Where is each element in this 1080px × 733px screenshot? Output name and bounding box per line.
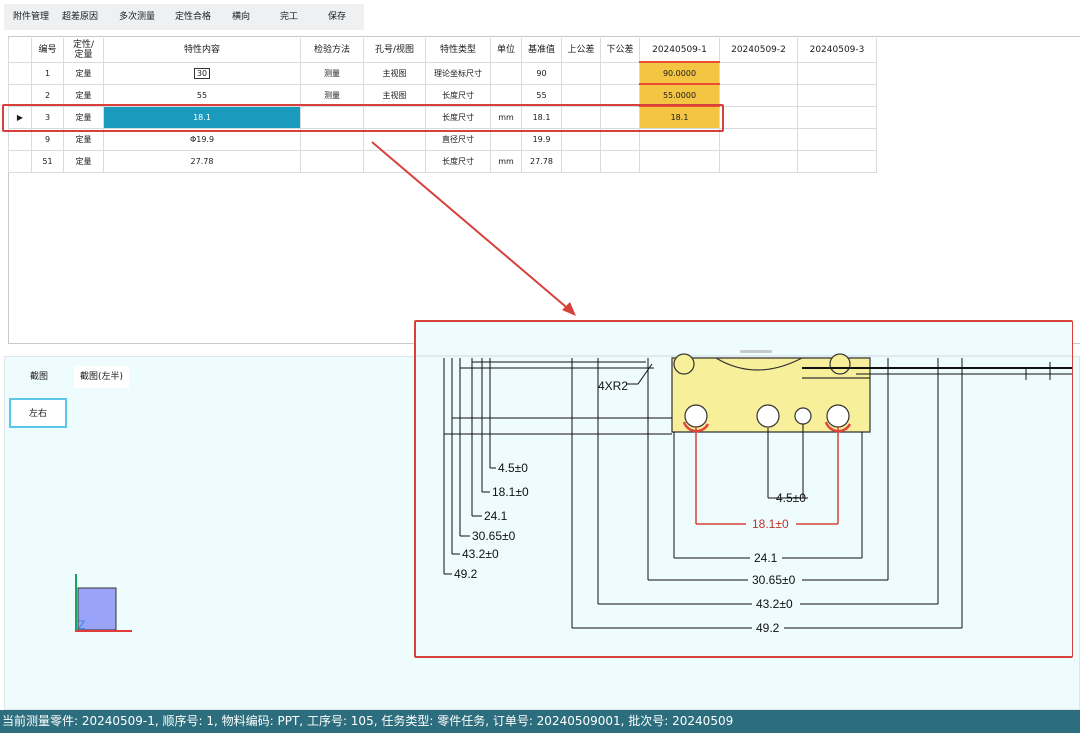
hole-icon: [826, 404, 850, 428]
cell-unit[interactable]: [490, 83, 522, 107]
cell-base[interactable]: 27.78: [521, 149, 562, 173]
header-hole-view[interactable]: 孔号/视图: [363, 38, 426, 63]
screenshot-button[interactable]: 截图: [24, 366, 54, 388]
cell-upper[interactable]: [561, 149, 601, 173]
cell-view[interactable]: [363, 149, 426, 173]
cell-upper[interactable]: [561, 83, 601, 107]
screenshot-left-half-button[interactable]: 截图(左半): [74, 366, 130, 388]
cell-measurement-3[interactable]: [797, 105, 877, 129]
out-of-tolerance-reason-button[interactable]: 超差原因: [58, 6, 102, 28]
table-row[interactable]: 51 定量 27.78 长度尺寸 mm 27.78: [8, 149, 877, 173]
cell-method[interactable]: 测量: [300, 61, 364, 85]
left-dimension-label: 18.1±0: [492, 485, 529, 499]
radius-note: 4XR2: [598, 379, 628, 393]
cell-measurement-1[interactable]: [639, 149, 720, 173]
header-characteristic-type[interactable]: 特性类型: [425, 38, 491, 63]
cell-upper[interactable]: [561, 61, 601, 85]
basic-dimension-box: 30: [193, 67, 211, 79]
header-unit[interactable]: 单位: [490, 38, 522, 63]
status-bar: 当前测量零件: 20240509-1, 顺序号: 1, 物料编码: PPT, 工…: [0, 710, 1080, 733]
header-inspection-method[interactable]: 检验方法: [300, 38, 364, 63]
axis-gizmo: Z: [75, 574, 132, 632]
attachment-management-button[interactable]: 附件管理: [8, 6, 54, 28]
left-dimension-label: 4.5±0: [498, 461, 528, 475]
cell-lower[interactable]: [600, 83, 640, 107]
cell-measurement-1[interactable]: 90.0000: [639, 61, 720, 85]
header-lower-tolerance[interactable]: 下公差: [600, 38, 640, 63]
cell-char-type[interactable]: 理论坐标尺寸: [425, 61, 491, 85]
cell-measurement-2[interactable]: [719, 127, 798, 151]
cell-measurement-1[interactable]: 55.0000: [639, 83, 720, 107]
cell-unit[interactable]: [490, 61, 522, 85]
cell-measurement-2[interactable]: [719, 105, 798, 129]
left-dimension-label: 49.2: [454, 567, 478, 581]
bottom-dimension-label: 4.5±0: [776, 491, 806, 505]
grid-header-row: 编号 定性/ 定量 特性内容 检验方法 孔号/视图 特性类型 单位 基准值 上公…: [8, 38, 877, 63]
technical-drawing[interactable]: 4XR2 4.5±0 18.1±0 24.1 30.65±0 43.2±0 49…: [416, 322, 1072, 656]
header-indicator: [8, 38, 32, 63]
header-measurement-1[interactable]: 20240509-1: [639, 38, 720, 63]
left-right-toggle[interactable]: 左右: [9, 398, 67, 428]
cell-base[interactable]: 55: [521, 83, 562, 107]
cell-method[interactable]: [300, 149, 364, 173]
table-row[interactable]: 2 定量 55 测量 主视图 长度尺寸 55 55.0000: [8, 83, 877, 107]
hole-icon: [756, 404, 780, 428]
header-measurement-3[interactable]: 20240509-3: [797, 38, 877, 63]
cell-measurement-3[interactable]: [797, 83, 877, 107]
selected-dimension-label[interactable]: 18.1±0: [752, 517, 789, 531]
header-number[interactable]: 编号: [31, 38, 64, 63]
left-dimension-label: 43.2±0: [462, 547, 499, 561]
cell-measurement-2[interactable]: [719, 83, 798, 107]
header-characteristic-content[interactable]: 特性内容: [103, 38, 301, 63]
bottom-dimension-label: 24.1: [754, 551, 778, 565]
cell-content[interactable]: 30: [103, 61, 301, 85]
header-base-value[interactable]: 基准值: [521, 38, 562, 63]
cell-number[interactable]: 1: [31, 61, 64, 85]
header-measurement-2[interactable]: 20240509-2: [719, 38, 798, 63]
finish-work-button[interactable]: 完工: [274, 6, 304, 28]
cell-base[interactable]: 90: [521, 61, 562, 85]
bottom-dimension-label: 43.2±0: [756, 597, 793, 611]
cell-char-type[interactable]: 长度尺寸: [425, 149, 491, 173]
row-indicator[interactable]: [8, 149, 32, 173]
cell-lower[interactable]: [600, 149, 640, 173]
cell-measurement-3[interactable]: [797, 61, 877, 85]
multiple-measurement-button[interactable]: 多次测量: [114, 6, 160, 28]
bottom-dimension-label: 30.65±0: [752, 573, 796, 587]
toolbar: 附件管理 超差原因 多次测量 定性合格 横向 完工 保存: [0, 0, 1080, 34]
cell-type[interactable]: 定量: [63, 61, 104, 85]
cell-view[interactable]: 主视图: [363, 83, 426, 107]
cell-char-type[interactable]: 长度尺寸: [425, 83, 491, 107]
row-indicator[interactable]: [8, 83, 32, 107]
cell-number[interactable]: 2: [31, 83, 64, 107]
cell-content[interactable]: 55: [103, 83, 301, 107]
header-qualitative-quantitative[interactable]: 定性/ 定量: [63, 38, 104, 63]
save-button[interactable]: 保存: [322, 6, 352, 28]
cell-content[interactable]: 27.78: [103, 149, 301, 173]
splitter-handle[interactable]: [740, 350, 772, 353]
bottom-dimension-label: 49.2: [756, 621, 780, 635]
row-highlight-box: [2, 104, 724, 132]
cell-measurement-3[interactable]: [797, 149, 877, 173]
hole-icon: [684, 404, 708, 428]
left-dimension-label: 24.1: [484, 509, 508, 523]
header-upper-tolerance[interactable]: 上公差: [561, 38, 601, 63]
hole-icon: [794, 407, 812, 425]
left-dimension-label: 30.65±0: [472, 529, 516, 543]
axis-z-label: Z: [78, 618, 85, 632]
cell-measurement-3[interactable]: [797, 127, 877, 151]
cell-type[interactable]: 定量: [63, 83, 104, 107]
cell-method[interactable]: 测量: [300, 83, 364, 107]
cell-unit[interactable]: mm: [490, 149, 522, 173]
qualitative-pass-button[interactable]: 定性合格: [170, 6, 216, 28]
cell-lower[interactable]: [600, 61, 640, 85]
cell-type[interactable]: 定量: [63, 149, 104, 173]
cell-view[interactable]: 主视图: [363, 61, 426, 85]
cell-number[interactable]: 51: [31, 149, 64, 173]
horizontal-button[interactable]: 横向: [226, 6, 256, 28]
cell-measurement-2[interactable]: [719, 149, 798, 173]
table-row[interactable]: 1 定量 30 测量 主视图 理论坐标尺寸 90 90.0000: [8, 61, 877, 85]
cell-measurement-2[interactable]: [719, 61, 798, 85]
row-indicator[interactable]: [8, 61, 32, 85]
